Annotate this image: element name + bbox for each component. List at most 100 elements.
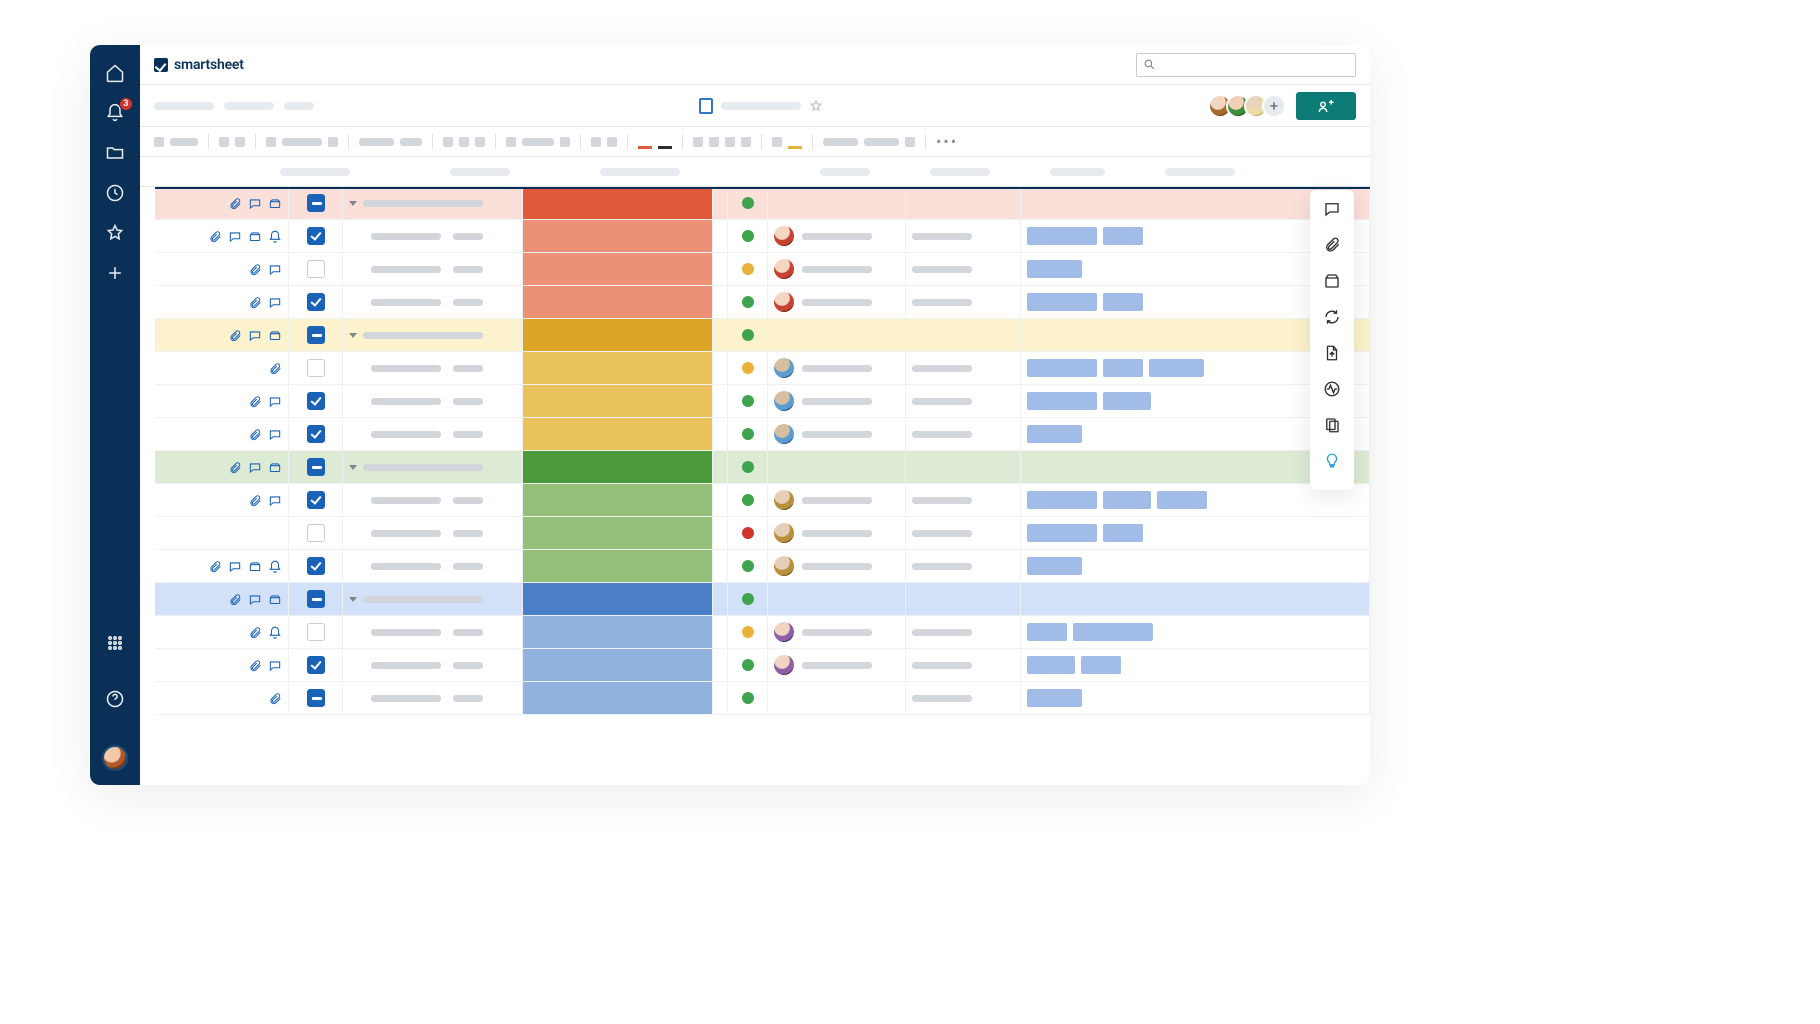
assignee-avatar[interactable]: [774, 424, 794, 444]
tag[interactable]: [1103, 359, 1143, 377]
expand-icon[interactable]: [349, 201, 357, 206]
assignee-avatar[interactable]: [774, 622, 794, 642]
attach-icon[interactable]: [248, 625, 262, 639]
tag[interactable]: [1027, 392, 1097, 410]
table-row[interactable]: [155, 616, 1370, 649]
tips-icon[interactable]: [1323, 452, 1341, 470]
checkbox[interactable]: [307, 458, 325, 476]
attach-icon[interactable]: [208, 229, 222, 243]
table-row[interactable]: [155, 451, 1370, 484]
tag[interactable]: [1027, 656, 1075, 674]
tag[interactable]: [1103, 524, 1143, 542]
search-input[interactable]: [1136, 53, 1356, 77]
proofs-icon[interactable]: [1323, 272, 1341, 290]
recent-icon[interactable]: [105, 183, 125, 203]
comment-icon[interactable]: [268, 394, 282, 408]
attach-icon[interactable]: [248, 493, 262, 507]
comment-icon[interactable]: [248, 460, 262, 474]
attach-icon[interactable]: [228, 460, 242, 474]
assignee-avatar[interactable]: [774, 490, 794, 510]
checkbox[interactable]: [307, 590, 325, 608]
table-row[interactable]: [155, 682, 1370, 715]
proof-icon[interactable]: [248, 559, 262, 573]
comment-icon[interactable]: [248, 196, 262, 210]
apps-icon[interactable]: [105, 633, 125, 653]
attach-icon[interactable]: [248, 427, 262, 441]
assignee-avatar[interactable]: [774, 358, 794, 378]
favorites-icon[interactable]: [105, 223, 125, 243]
comment-icon[interactable]: [228, 229, 242, 243]
checkbox[interactable]: [307, 359, 325, 377]
notifications-icon[interactable]: 3: [105, 103, 125, 123]
attach-icon[interactable]: [208, 559, 222, 573]
bell-icon[interactable]: [268, 229, 282, 243]
help-icon[interactable]: [105, 689, 125, 709]
tag[interactable]: [1027, 491, 1097, 509]
tag[interactable]: [1027, 359, 1097, 377]
table-row[interactable]: [155, 517, 1370, 550]
folder-icon[interactable]: [105, 143, 125, 163]
attach-icon[interactable]: [228, 328, 242, 342]
home-icon[interactable]: [105, 63, 125, 83]
tag[interactable]: [1103, 392, 1151, 410]
table-row[interactable]: [155, 187, 1370, 220]
comment-icon[interactable]: [268, 262, 282, 276]
table-row[interactable]: [155, 319, 1370, 352]
checkbox[interactable]: [307, 524, 325, 542]
assignee-avatar[interactable]: [774, 259, 794, 279]
table-row[interactable]: [155, 583, 1370, 616]
checkbox[interactable]: [307, 557, 325, 575]
checkbox[interactable]: [307, 491, 325, 509]
table-row[interactable]: [155, 286, 1370, 319]
bell-icon[interactable]: [268, 559, 282, 573]
expand-icon[interactable]: [349, 333, 357, 338]
tag[interactable]: [1073, 623, 1153, 641]
expand-icon[interactable]: [349, 597, 357, 602]
proof-icon[interactable]: [248, 229, 262, 243]
assignee-avatar[interactable]: [774, 226, 794, 246]
attach-icon[interactable]: [248, 295, 262, 309]
proof-icon[interactable]: [268, 592, 282, 606]
proof-icon[interactable]: [268, 196, 282, 210]
assignee-avatar[interactable]: [774, 523, 794, 543]
tag[interactable]: [1027, 524, 1097, 542]
tag[interactable]: [1103, 227, 1143, 245]
logo[interactable]: smartsheet: [154, 57, 244, 73]
assignee-avatar[interactable]: [774, 655, 794, 675]
tag[interactable]: [1081, 656, 1121, 674]
add-collaborator-icon[interactable]: +: [1262, 94, 1286, 118]
update-requests-icon[interactable]: [1323, 308, 1341, 326]
assignee-avatar[interactable]: [774, 292, 794, 312]
comment-icon[interactable]: [228, 559, 242, 573]
attach-icon[interactable]: [248, 658, 262, 672]
attach-icon[interactable]: [268, 691, 282, 705]
tag[interactable]: [1027, 623, 1067, 641]
user-avatar[interactable]: [102, 745, 128, 771]
checkbox[interactable]: [307, 656, 325, 674]
comment-icon[interactable]: [248, 592, 262, 606]
toolbar-more-icon[interactable]: •••: [936, 132, 958, 151]
table-row[interactable]: [155, 220, 1370, 253]
attach-icon[interactable]: [228, 196, 242, 210]
table-row[interactable]: [155, 484, 1370, 517]
checkbox[interactable]: [307, 425, 325, 443]
table-row[interactable]: [155, 649, 1370, 682]
checkbox[interactable]: [307, 293, 325, 311]
checkbox[interactable]: [307, 689, 325, 707]
proof-icon[interactable]: [268, 460, 282, 474]
attach-icon[interactable]: [248, 394, 262, 408]
comments-icon[interactable]: [1323, 200, 1341, 218]
checkbox[interactable]: [307, 326, 325, 344]
collaborator-avatars[interactable]: +: [1208, 94, 1286, 118]
star-icon[interactable]: [809, 99, 823, 113]
checkbox[interactable]: [307, 194, 325, 212]
tag[interactable]: [1157, 491, 1207, 509]
bell-icon[interactable]: [268, 625, 282, 639]
share-button[interactable]: [1296, 92, 1356, 120]
checkbox[interactable]: [307, 392, 325, 410]
comment-icon[interactable]: [268, 295, 282, 309]
proof-icon[interactable]: [268, 328, 282, 342]
checkbox[interactable]: [307, 623, 325, 641]
tag[interactable]: [1027, 260, 1082, 278]
table-row[interactable]: [155, 352, 1370, 385]
